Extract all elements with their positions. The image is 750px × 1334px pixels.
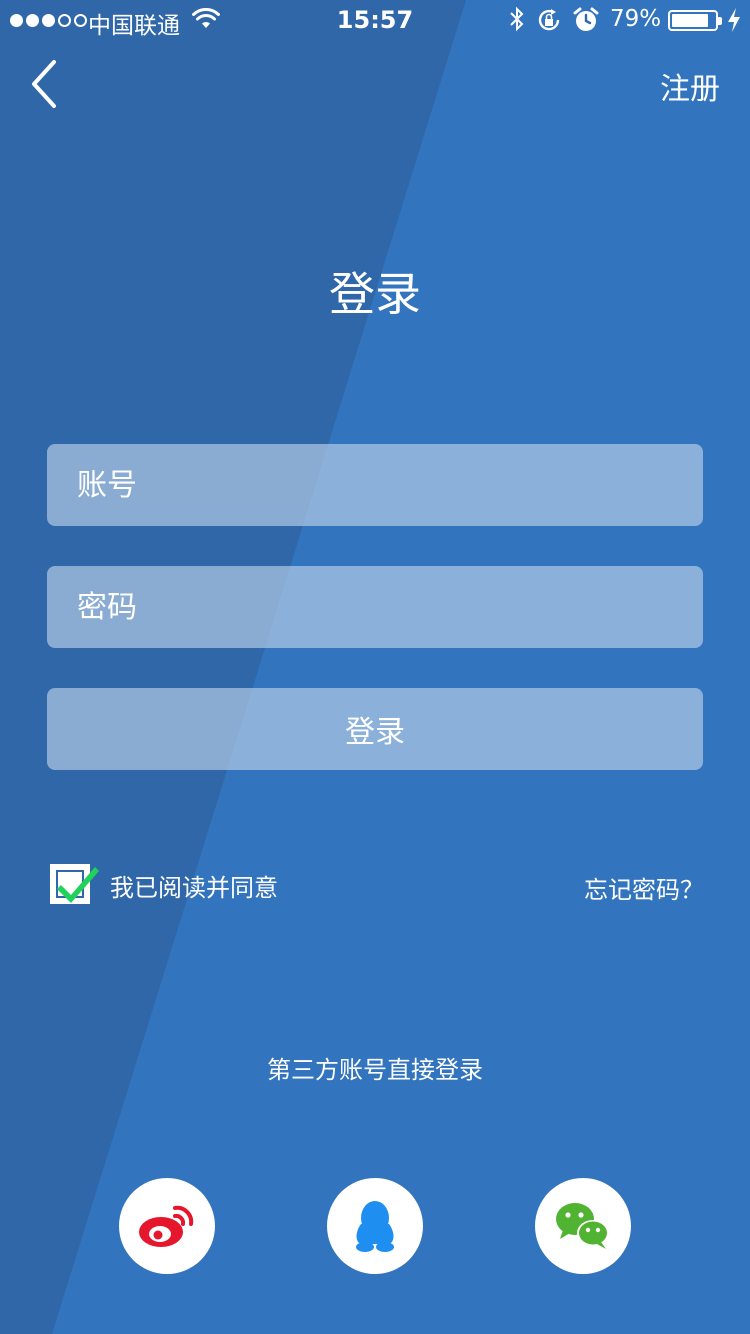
- wechat-icon: [556, 1203, 609, 1249]
- bluetooth-icon: [510, 6, 524, 32]
- qq-login-button[interactable]: [327, 1178, 423, 1274]
- weibo-login-button[interactable]: [119, 1178, 215, 1274]
- forgot-password-link[interactable]: 忘记密码？: [560, 870, 704, 905]
- third-party-login-label: 第三方账号直接登录: [267, 1056, 483, 1084]
- login-button[interactable]: 登录: [47, 688, 703, 770]
- battery-level: [672, 14, 708, 27]
- alarm-icon: [573, 7, 599, 31]
- battery-percentage: 79%: [610, 6, 662, 32]
- charging-bolt-icon: [728, 8, 740, 32]
- status-bar: 中国联通 15:57 79%: [0, 0, 750, 40]
- password-input[interactable]: [47, 566, 703, 648]
- page-title: 登录: [329, 267, 421, 321]
- checkmark-icon: [57, 867, 99, 903]
- qq-icon: [356, 1201, 394, 1252]
- battery-icon: [668, 10, 722, 31]
- back-button[interactable]: [22, 56, 70, 112]
- agreement-label: 我已阅读并同意: [110, 874, 278, 902]
- background-diagonal-shade: [0, 0, 466, 1334]
- account-input[interactable]: [47, 444, 703, 526]
- agreement-checkbox[interactable]: [50, 864, 99, 904]
- weibo-icon: [139, 1205, 194, 1247]
- wechat-login-button[interactable]: [535, 1178, 631, 1274]
- register-link[interactable]: 注册: [640, 64, 740, 108]
- chevron-left-icon: [32, 60, 56, 108]
- rotation-lock-icon: [538, 9, 560, 31]
